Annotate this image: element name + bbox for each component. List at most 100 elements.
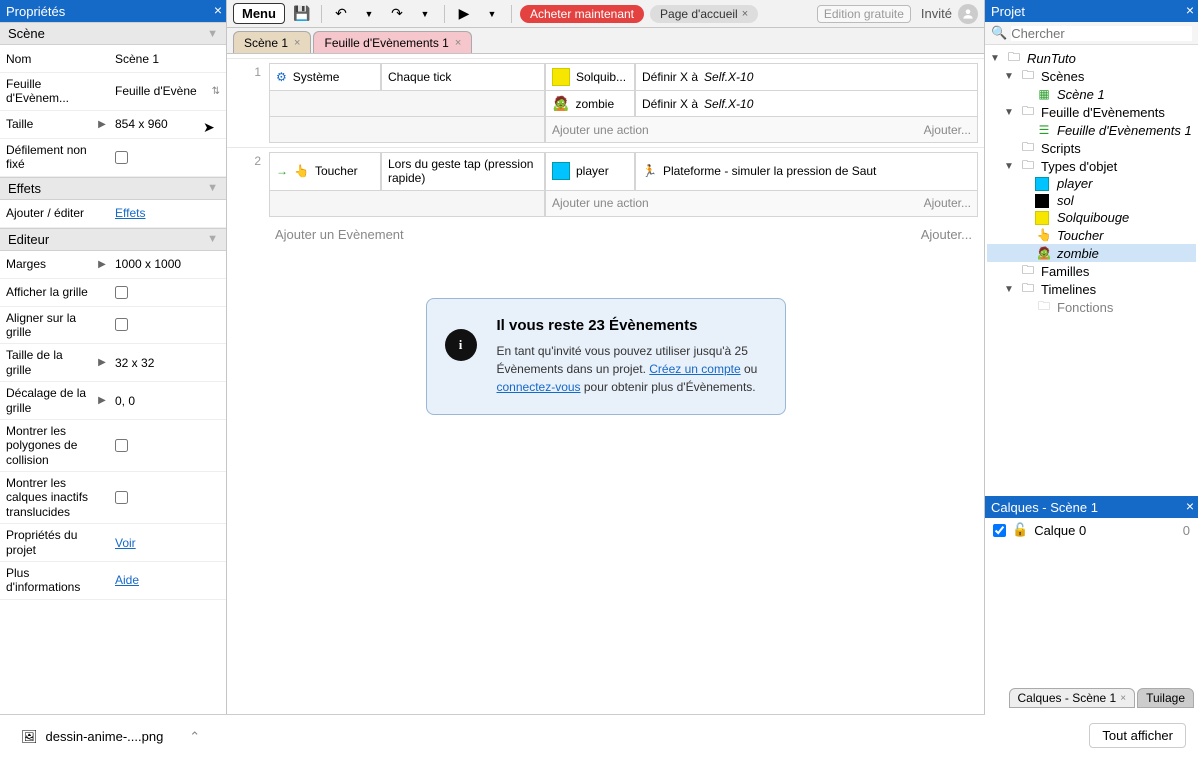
action-text[interactable]: Définir X à Self.X-10 bbox=[635, 91, 978, 117]
tree-timelines[interactable]: ▼🗀Timelines bbox=[987, 280, 1196, 298]
add-action-link[interactable]: Ajouter une action Ajouter... bbox=[545, 191, 978, 217]
unbounded-scroll-checkbox[interactable] bbox=[115, 151, 128, 164]
prop-row-translucent[interactable]: Montrer les calques inactifs translucide… bbox=[0, 472, 226, 524]
chevron-down-icon[interactable]: ▼ bbox=[989, 53, 1001, 64]
effects-link[interactable]: Effets bbox=[115, 206, 145, 220]
tab-layers[interactable]: Calques - Scène 1× bbox=[1009, 688, 1136, 708]
tree-obj-toucher[interactable]: 👆Toucher bbox=[987, 226, 1196, 244]
redo-icon[interactable]: ↷ bbox=[386, 3, 408, 25]
prop-row-unbounded-scroll[interactable]: Défilement non fixé bbox=[0, 139, 226, 177]
add-action-link[interactable]: Ajouter une action Ajouter... bbox=[545, 117, 978, 143]
chevron-down-icon[interactable]: ▼ bbox=[1003, 284, 1015, 295]
undo-icon[interactable]: ↶ bbox=[330, 3, 352, 25]
add-ellipsis[interactable]: Ajouter... bbox=[921, 227, 972, 242]
snapgrid-checkbox[interactable] bbox=[115, 318, 128, 331]
expand-icon[interactable]: ▶ bbox=[95, 344, 109, 381]
tree-scripts[interactable]: 🗀Scripts bbox=[987, 139, 1196, 157]
translucent-checkbox[interactable] bbox=[115, 491, 128, 504]
prop-row-showgrid[interactable]: Afficher la grille bbox=[0, 279, 226, 307]
buy-now-button[interactable]: Acheter maintenant bbox=[520, 5, 644, 23]
menu-button[interactable]: Menu bbox=[233, 3, 285, 24]
close-icon[interactable]: × bbox=[1186, 498, 1194, 514]
add-event-row[interactable]: Ajouter un Evènement Ajouter... bbox=[227, 221, 984, 248]
help-link[interactable]: Aide bbox=[115, 573, 139, 587]
tree-scene1[interactable]: ▦Scène 1 bbox=[987, 85, 1196, 103]
prop-row-name[interactable]: Nom Scène 1 bbox=[0, 45, 226, 73]
home-tab[interactable]: Page d'accueil× bbox=[650, 5, 758, 23]
condition-cell[interactable]: → 👆 Toucher bbox=[269, 152, 381, 191]
prop-value[interactable]: Feuille d'Evène⇅ bbox=[109, 73, 226, 110]
close-icon[interactable]: × bbox=[455, 37, 461, 49]
play-icon[interactable]: ▶ bbox=[453, 3, 475, 25]
expand-icon[interactable]: ▶ bbox=[95, 251, 109, 278]
prop-row-size[interactable]: Taille ▶ 854 x 960 bbox=[0, 111, 226, 139]
create-account-link[interactable]: Créez un compte bbox=[649, 362, 740, 376]
tab-scene[interactable]: Scène 1× bbox=[233, 31, 311, 53]
lock-icon[interactable]: 🔓 bbox=[1012, 522, 1028, 538]
prop-row-showcollision[interactable]: Montrer les polygones de collision bbox=[0, 420, 226, 472]
tree-root[interactable]: ▼🗀RunTuto bbox=[987, 49, 1196, 67]
action-object[interactable]: player bbox=[545, 152, 635, 191]
add-ellipsis[interactable]: Ajouter... bbox=[924, 196, 971, 210]
tree-objecttypes[interactable]: ▼🗀Types d'objet bbox=[987, 157, 1196, 175]
undo-dropdown-icon[interactable]: ▼ bbox=[358, 3, 380, 25]
project-search[interactable]: 🔍 bbox=[985, 22, 1198, 45]
login-link[interactable]: connectez-vous bbox=[497, 380, 581, 394]
event-row[interactable]: 2 → 👆 Toucher Lors du geste tap (pressio… bbox=[227, 147, 984, 221]
properties-group-scene[interactable]: Scène▼ bbox=[0, 22, 226, 45]
showcollision-checkbox[interactable] bbox=[115, 439, 128, 452]
prop-row-margins[interactable]: Marges ▶ 1000 x 1000 bbox=[0, 251, 226, 279]
event-row[interactable]: 1 ⚙ Système Chaque tick Solquib... Défin… bbox=[227, 58, 984, 147]
tab-eventsheet[interactable]: Feuille d'Evènements 1× bbox=[313, 31, 472, 53]
search-input[interactable] bbox=[1011, 26, 1192, 41]
expand-icon[interactable]: ▶ bbox=[95, 382, 109, 419]
close-icon[interactable]: × bbox=[742, 8, 748, 20]
prop-value[interactable]: Scène 1 bbox=[109, 45, 226, 72]
action-object[interactable]: Solquib... bbox=[545, 63, 635, 91]
showgrid-checkbox[interactable] bbox=[115, 286, 128, 299]
action-text[interactable]: Définir X à Self.X-10 bbox=[635, 63, 978, 91]
prop-value[interactable]: 32 x 32 bbox=[109, 344, 226, 381]
prop-value[interactable]: 0, 0 bbox=[109, 382, 226, 419]
tree-functions[interactable]: 🗀Fonctions bbox=[987, 298, 1196, 316]
tree-obj-player[interactable]: player bbox=[987, 175, 1196, 192]
action-text[interactable]: 🏃 Plateforme - simuler la pression de Sa… bbox=[635, 152, 978, 191]
tree-obj-solquibouge[interactable]: Solquibouge bbox=[987, 209, 1196, 226]
play-dropdown-icon[interactable]: ▼ bbox=[481, 3, 503, 25]
prop-row-snapgrid[interactable]: Aligner sur la grille bbox=[0, 307, 226, 345]
expand-icon[interactable]: ▶ bbox=[95, 111, 109, 138]
condition-cell[interactable]: ⚙ Système bbox=[269, 63, 381, 91]
chevron-down-icon[interactable]: ▼ bbox=[1003, 161, 1015, 172]
save-icon[interactable]: 💾 bbox=[291, 3, 313, 25]
prop-value[interactable]: 854 x 960 bbox=[109, 111, 226, 138]
prop-row-eventsheet[interactable]: Feuille d'Evènem... Feuille d'Evène⇅ bbox=[0, 73, 226, 111]
show-all-button[interactable]: Tout afficher bbox=[1089, 723, 1186, 748]
redo-dropdown-icon[interactable]: ▼ bbox=[414, 3, 436, 25]
prop-row-gridoffset[interactable]: Décalage de la grille ▶ 0, 0 bbox=[0, 382, 226, 420]
tree-families[interactable]: 🗀Familles bbox=[987, 262, 1196, 280]
tree-obj-sol[interactable]: sol bbox=[987, 192, 1196, 209]
action-object[interactable]: 🧟 zombie bbox=[545, 91, 635, 117]
condition-param[interactable]: Chaque tick bbox=[381, 63, 545, 91]
add-ellipsis[interactable]: Ajouter... bbox=[924, 123, 971, 137]
prop-row-gridsize[interactable]: Taille de la grille ▶ 32 x 32 bbox=[0, 344, 226, 382]
tab-tilemap[interactable]: Tuilage bbox=[1137, 688, 1194, 708]
layer-row[interactable]: 🔓 Calque 0 0 bbox=[985, 518, 1198, 542]
tree-eventsheets[interactable]: ▼🗀Feuille d'Evènements bbox=[987, 103, 1196, 121]
tree-scenes[interactable]: ▼🗀Scènes bbox=[987, 67, 1196, 85]
close-icon[interactable]: × bbox=[214, 2, 222, 18]
layer-visible-checkbox[interactable] bbox=[993, 524, 1006, 537]
tree-eventsheet1[interactable]: ☰Feuille d'Evènements 1 bbox=[987, 121, 1196, 139]
chevron-down-icon[interactable]: ▼ bbox=[1003, 107, 1015, 118]
download-item[interactable]: 🖼 dessin-anime-....png ⌃ bbox=[12, 724, 209, 750]
properties-group-editor[interactable]: Editeur▼ bbox=[0, 228, 226, 251]
view-link[interactable]: Voir bbox=[115, 536, 136, 550]
prop-value[interactable]: 1000 x 1000 bbox=[109, 251, 226, 278]
chevron-up-icon[interactable]: ⌃ bbox=[189, 729, 200, 745]
prop-row-moreinfo[interactable]: Plus d'informations Aide bbox=[0, 562, 226, 600]
close-icon[interactable]: × bbox=[1120, 693, 1126, 704]
properties-group-effects[interactable]: Effets▼ bbox=[0, 177, 226, 200]
avatar-icon[interactable] bbox=[958, 4, 978, 24]
close-icon[interactable]: × bbox=[1186, 2, 1194, 18]
close-icon[interactable]: × bbox=[294, 37, 300, 49]
